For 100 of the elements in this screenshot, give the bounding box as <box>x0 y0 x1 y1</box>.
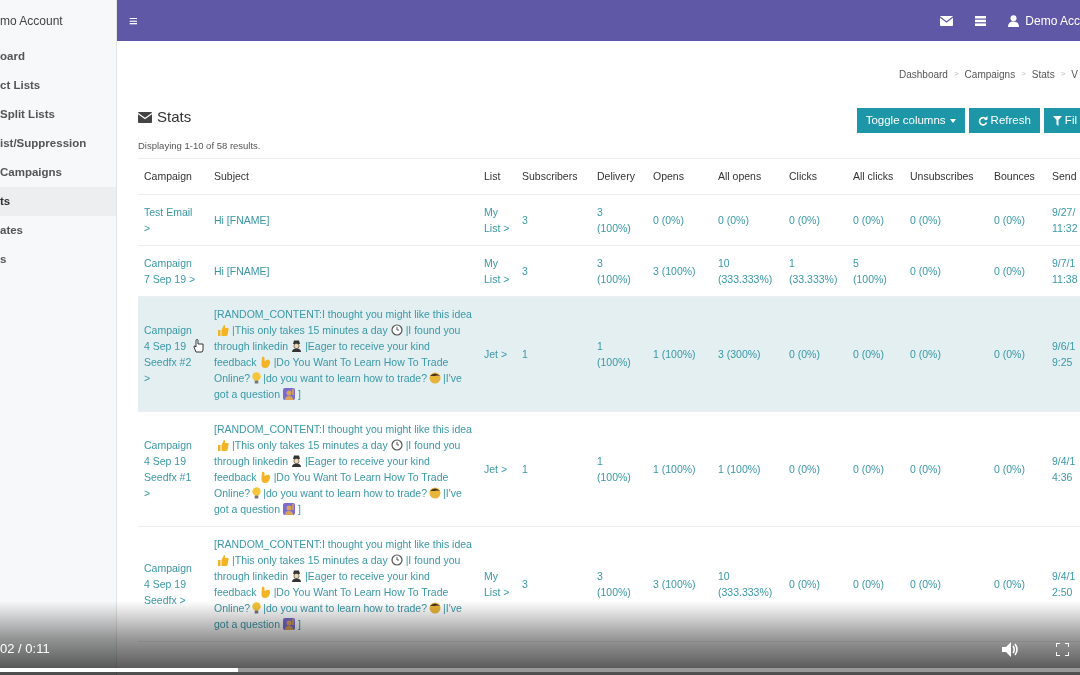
stat-link[interactable]: 1 (100%) <box>653 346 715 363</box>
stat-link[interactable]: 0 (0%) <box>653 212 715 229</box>
video-progress-bar[interactable] <box>0 668 1080 672</box>
stat-link[interactable]: 1 <box>522 346 585 363</box>
stat-link[interactable]: 1 (100%) <box>653 461 715 478</box>
stat-link[interactable]: 0 (0%) <box>789 212 845 229</box>
column-header[interactable]: Subject <box>214 169 250 182</box>
column-header[interactable]: Clicks <box>789 169 817 182</box>
table-row[interactable]: Test Email > Hi [FNAME] My List > 3 3 (100%) 0 (0%) 0 (0%) 0 (0%) 0 (0%) 0 (0%) 0 (0%) 9/27/ 11:32 <box>138 194 1080 246</box>
stat-link[interactable]: 0 (0%) <box>910 212 980 229</box>
stat-link[interactable]: 0 (0%) <box>994 461 1050 478</box>
stat-link[interactable]: 0 (0%) <box>789 576 845 593</box>
mail-icon[interactable] <box>940 15 954 26</box>
stat-link[interactable]: 0 (0%) <box>853 576 895 593</box>
stat-link[interactable]: 1 (100%) <box>597 453 639 486</box>
campaign-link[interactable]: Campaign 4 Sep 19 Seedfx #1 > <box>144 437 200 502</box>
stat-link[interactable]: 0 (0%) <box>910 263 980 280</box>
stat-link[interactable]: 9/7/1 11:38 <box>1052 255 1080 288</box>
stat-link[interactable]: 3 (300%) <box>718 346 782 363</box>
column-header[interactable]: Subscribers <box>522 169 578 182</box>
stat-link[interactable]: 5 (100%) <box>853 255 895 288</box>
list-link[interactable]: Jet > <box>484 346 512 363</box>
list-icon[interactable] <box>975 15 987 26</box>
stat-link[interactable]: 1 <box>522 461 585 478</box>
breadcrumb-link[interactable]: Stats <box>1031 66 1055 82</box>
results-summary: Displaying 1-10 of 58 results. <box>138 139 262 153</box>
stat-link[interactable]: 3 (100%) <box>597 255 639 288</box>
list-link[interactable]: My List > <box>484 204 512 237</box>
stat-link[interactable]: 3 <box>522 263 585 280</box>
column-header[interactable]: Campaign <box>144 169 192 182</box>
refresh-button[interactable]: Refresh <box>968 108 1040 133</box>
stat-link[interactable]: 0 (0%) <box>994 346 1050 363</box>
sidebar-item[interactable]: ct Lists <box>0 71 116 100</box>
column-header[interactable]: All clicks <box>853 169 894 182</box>
column-header[interactable]: Bounces <box>994 169 1035 182</box>
stat-link[interactable]: 10 (333.333%) <box>718 255 782 288</box>
stat-link[interactable]: 1 (100%) <box>718 461 782 478</box>
stat-link[interactable]: 10 (333.333%) <box>718 568 782 601</box>
table-row[interactable]: Campaign 7 Sep 19 > Hi [FNAME] My List > 3 3 (100%) 3 (100%) 10 (333.333%) 1 (33.333%) 5 (100%) 0 (0%) 0 (0%) 9/7/1 11:38 <box>138 245 1080 297</box>
sidebar-item[interactable]: ist/Suppression <box>0 129 116 158</box>
list-link[interactable]: My List > <box>484 568 512 601</box>
stat-link[interactable]: 0 (0%) <box>789 461 845 478</box>
stat-link[interactable]: 0 (0%) <box>910 461 980 478</box>
sidebar-item[interactable]: oard <box>0 42 116 71</box>
stat-link[interactable]: 1 (100%) <box>597 338 639 371</box>
column-header[interactable]: Send <box>1052 169 1077 182</box>
menu-button[interactable]: ≡ <box>129 13 138 28</box>
column-header[interactable]: Unsubscribes <box>910 169 974 182</box>
volume-icon[interactable] <box>1002 641 1019 657</box>
stat-link[interactable]: 0 (0%) <box>789 346 845 363</box>
stat-link[interactable]: 3 (100%) <box>597 204 639 237</box>
stat-link[interactable]: 3 (100%) <box>597 568 639 601</box>
campaign-link[interactable]: Test Email > <box>144 204 200 237</box>
sidebar-item[interactable]: ates <box>0 216 116 245</box>
subject-link[interactable]: [RANDOM_CONTENT:I thought you might like this idea |This only takes 15 minutes a day |I found you through linkedin |Eager to receive your kind feedback |Do You Want To Learn How To Trade Online? |do you want to learn how to trade? |I've got a question ] <box>214 536 472 633</box>
column-header[interactable]: Opens <box>653 169 684 182</box>
stat-link[interactable]: 0 (0%) <box>994 212 1050 229</box>
refresh-icon <box>977 115 988 126</box>
campaign-link[interactable]: Campaign 4 Sep 19 Seedfx #2 > <box>144 322 200 387</box>
column-header[interactable]: List <box>484 169 501 182</box>
sidebar-item[interactable]: Split Lists <box>0 100 116 129</box>
stat-link[interactable]: 9/6/1 9:25 <box>1052 338 1080 371</box>
stat-link[interactable]: 0 (0%) <box>994 263 1050 280</box>
sidebar-item[interactable]: s <box>0 245 116 274</box>
subject-link[interactable]: Hi [FNAME] <box>214 212 472 229</box>
campaign-link[interactable]: Campaign 7 Sep 19 > <box>144 255 200 288</box>
subject-link[interactable]: Hi [FNAME] <box>214 263 472 280</box>
column-header[interactable]: All opens <box>718 169 762 182</box>
stat-link[interactable]: 9/4/1 4:36 <box>1052 453 1080 486</box>
stat-link[interactable]: 0 (0%) <box>853 461 895 478</box>
stat-link[interactable]: 3 <box>522 212 585 229</box>
sidebar-item[interactable]: ts <box>0 187 116 216</box>
fullscreen-icon[interactable] <box>1056 642 1069 656</box>
user-menu[interactable]: Demo Acc <box>1025 11 1080 30</box>
stat-link[interactable]: 0 (0%) <box>853 346 895 363</box>
stat-link[interactable]: 3 (100%) <box>653 576 715 593</box>
list-link[interactable]: Jet > <box>484 461 512 478</box>
stat-link[interactable]: 0 (0%) <box>994 576 1050 593</box>
stat-link[interactable]: 3 (100%) <box>653 263 715 280</box>
breadcrumb-link[interactable]: Dashboard <box>899 66 948 82</box>
table-row[interactable] <box>138 526 1080 642</box>
breadcrumb-link[interactable]: V <box>1071 66 1078 82</box>
subject-link[interactable]: [RANDOM_CONTENT:I thought you might like this idea |This only takes 15 minutes a day |I found you through linkedin |Eager to receive your kind feedback |Do You Want To Learn How To Trade Online? |do you want to learn how to trade? |I've got a question ] <box>214 421 472 518</box>
stat-link[interactable]: 0 (0%) <box>910 576 980 593</box>
stat-link[interactable]: 0 (0%) <box>910 346 980 363</box>
dropdown-button[interactable]: Toggle columns <box>856 108 965 133</box>
stat-link[interactable]: 3 <box>522 576 585 593</box>
campaign-link[interactable]: Campaign 4 Sep 19 Seedfx > <box>144 560 200 609</box>
list-link[interactable]: My List > <box>484 255 512 288</box>
stat-link[interactable]: 0 (0%) <box>718 212 782 229</box>
stat-link[interactable]: 9/27/ 11:32 <box>1052 204 1080 237</box>
stat-link[interactable]: 9/4/1 2:50 <box>1052 568 1080 601</box>
column-header[interactable]: Delivery <box>597 169 635 182</box>
stat-link[interactable]: 0 (0%) <box>853 212 895 229</box>
breadcrumb-link[interactable]: Campaigns <box>964 66 1016 82</box>
stat-link[interactable]: 1 (33.333%) <box>789 255 845 288</box>
subject-link[interactable]: [RANDOM_CONTENT:I thought you might like this idea |This only takes 15 minutes a day |I found you through linkedin |Eager to receive your kind feedback |Do You Want To Learn How To Trade Online? |do you want to learn how to trade? |I've got a question ] <box>214 306 472 403</box>
sidebar-item[interactable]: Campaigns <box>0 158 116 187</box>
table-row[interactable] <box>138 411 1080 527</box>
filter-button[interactable]: Fil <box>1043 108 1080 133</box>
